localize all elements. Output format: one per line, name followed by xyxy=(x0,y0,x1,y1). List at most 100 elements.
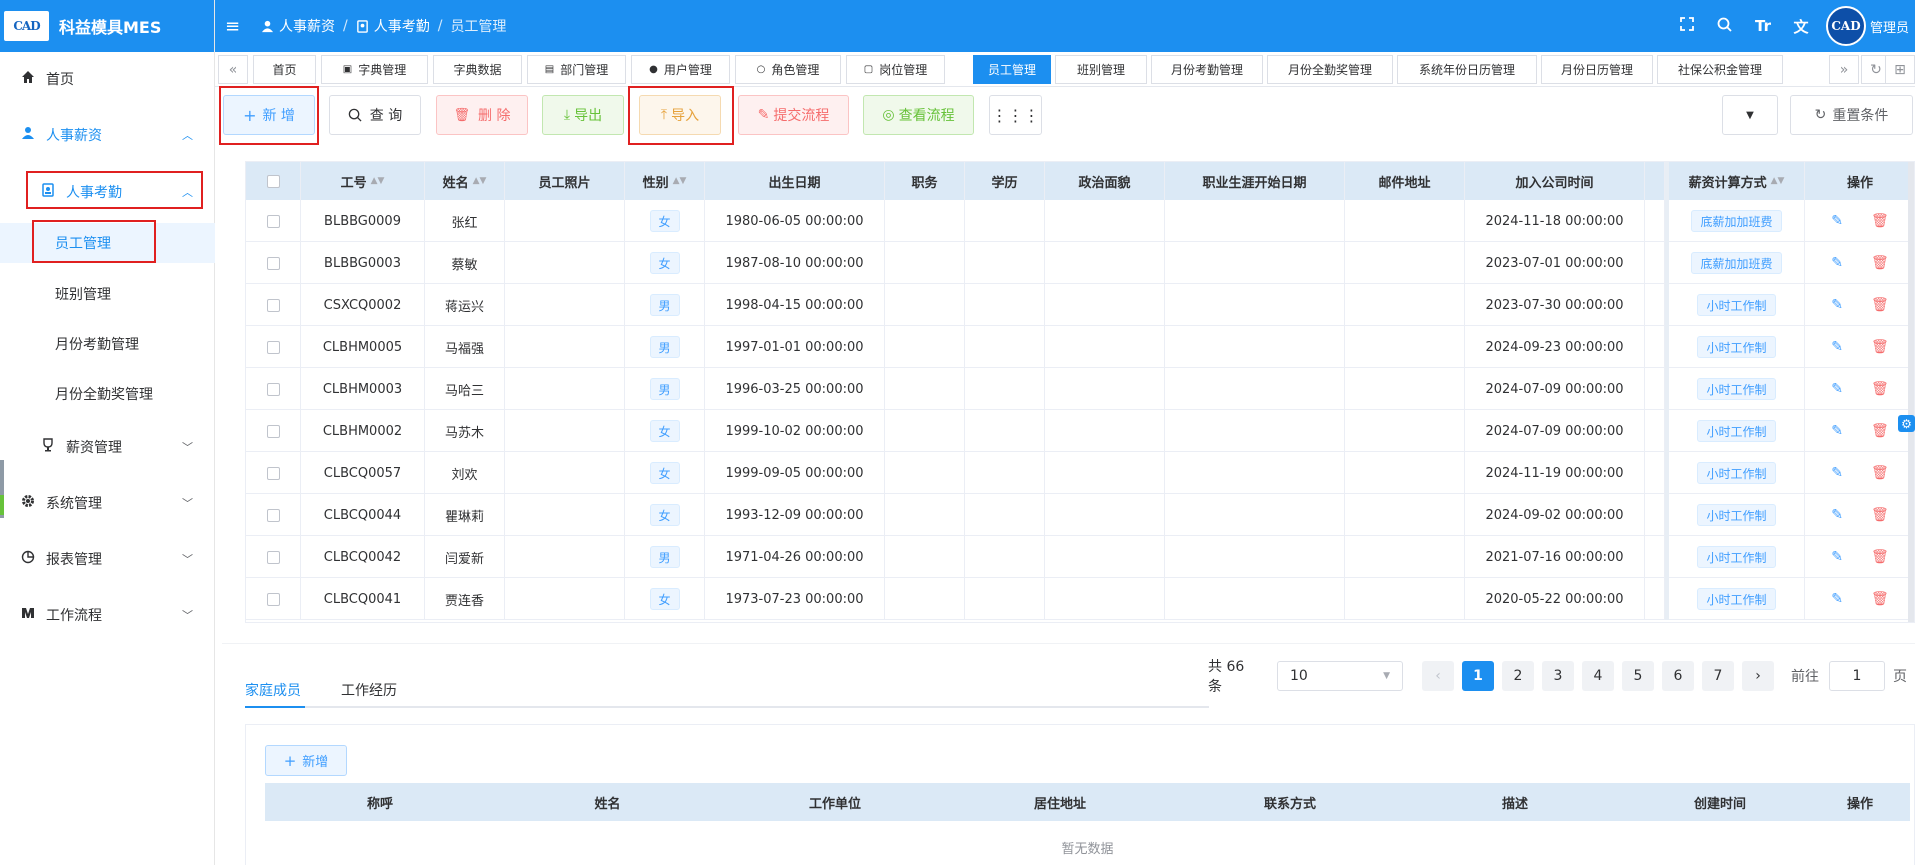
table-row[interactable]: BLBBG0003 蔡敏 女 1987-08-10 00:00:00 2023-07-0… xyxy=(246,242,1914,284)
edit-icon[interactable]: ✎ xyxy=(1831,507,1843,523)
sidebar-item-shift-mgmt[interactable]: 班别管理 xyxy=(0,274,215,314)
row-select[interactable] xyxy=(246,494,301,536)
trash-icon[interactable]: 🗑 xyxy=(1871,549,1889,565)
row-select[interactable] xyxy=(246,200,301,242)
sidebar-item-system-mgmt[interactable]: 系统管理 ﹀ xyxy=(0,483,215,523)
row-select[interactable] xyxy=(246,452,301,494)
delete-button[interactable]: 🗑 删 除 xyxy=(436,95,528,135)
row-select[interactable] xyxy=(246,368,301,410)
trash-icon[interactable]: 🗑 xyxy=(1871,213,1889,229)
grid-icon[interactable]: ⊞ xyxy=(1885,55,1915,84)
breadcrumb-item[interactable]: 人事薪资 xyxy=(261,16,335,36)
tab-work-experience[interactable]: 工作经历 xyxy=(341,680,397,700)
row-select[interactable] xyxy=(246,578,301,620)
tab-monthly-calendar[interactable]: 月份日历管理 xyxy=(1541,55,1653,84)
page-button[interactable]: 6 xyxy=(1662,661,1694,691)
select-all-checkbox[interactable] xyxy=(246,162,301,200)
edit-icon[interactable]: ✎ xyxy=(1831,339,1843,355)
table-row[interactable]: CLBCQ0041 贾连香 女 1973-07-23 00:00:00 2020-05-… xyxy=(246,578,1914,620)
page-button[interactable]: 5 xyxy=(1622,661,1654,691)
tab-dict-mgmt[interactable]: ▣ 字典管理 xyxy=(321,55,428,84)
edit-icon[interactable]: ✎ xyxy=(1831,381,1843,397)
sort-icon[interactable]: ▲▼ xyxy=(1771,176,1785,186)
table-row[interactable]: BLBBG0009 张红 女 1980-06-05 00:00:00 2024-11-1… xyxy=(246,200,1914,242)
trash-icon[interactable]: 🗑 xyxy=(1871,423,1889,439)
trash-icon[interactable]: 🗑 xyxy=(1871,339,1889,355)
checkbox[interactable] xyxy=(266,382,280,396)
sort-icon[interactable]: ▲▼ xyxy=(673,176,687,186)
sidebar-item-workflow[interactable]: 工作流程 ﹀ xyxy=(0,595,215,635)
export-button[interactable]: ⤓ 导出 xyxy=(542,95,624,135)
tab-scroll-left-icon[interactable]: « xyxy=(218,55,248,84)
add-family-button[interactable]: + 新增 xyxy=(265,745,347,776)
checkbox[interactable] xyxy=(266,256,280,270)
checkbox[interactable] xyxy=(266,550,280,564)
trash-icon[interactable]: 🗑 xyxy=(1871,591,1889,607)
tab-home[interactable]: 首页 xyxy=(253,55,316,84)
trash-icon[interactable]: 🗑 xyxy=(1871,381,1889,397)
row-select[interactable] xyxy=(246,242,301,284)
breadcrumb-item[interactable]: 人事考勤 xyxy=(356,16,430,36)
checkbox[interactable] xyxy=(266,298,280,312)
row-select[interactable] xyxy=(246,326,301,368)
edit-icon[interactable]: ✎ xyxy=(1831,423,1843,439)
sidebar-item-monthly-attendance[interactable]: 月份考勤管理 xyxy=(0,324,215,364)
import-button[interactable]: ⤒ 导入 xyxy=(639,95,721,135)
table-scrollbar[interactable] xyxy=(1908,162,1914,622)
checkbox[interactable] xyxy=(266,466,280,480)
checkbox[interactable] xyxy=(266,214,280,228)
page-button[interactable]: 7 xyxy=(1702,661,1734,691)
table-row[interactable]: CSXCQ0002 蒋运兴 男 1998-04-15 00:00:00 2023-07-… xyxy=(246,284,1914,326)
table-row[interactable]: CLBCQ0057 刘欢 女 1999-09-05 00:00:00 2024-11-1… xyxy=(246,452,1914,494)
page-button[interactable]: 4 xyxy=(1582,661,1614,691)
tab-social-security[interactable]: 社保公积金管理 xyxy=(1657,55,1783,84)
col-header[interactable]: 薪资计算方式 ▲▼ xyxy=(1665,162,1805,200)
edit-icon[interactable]: ✎ xyxy=(1831,465,1843,481)
query-button[interactable]: 查 询 xyxy=(329,95,421,135)
settings-icon[interactable]: ⚙ xyxy=(1898,415,1915,432)
sort-icon[interactable]: ▲▼ xyxy=(473,176,487,186)
tab-monthly-bonus[interactable]: 月份全勤奖管理 xyxy=(1267,55,1393,84)
row-select[interactable] xyxy=(246,410,301,452)
menu-toggle-icon[interactable]: ≡ xyxy=(225,16,247,37)
page-button[interactable]: 2 xyxy=(1502,661,1534,691)
row-select[interactable] xyxy=(246,284,301,326)
tab-yearly-calendar[interactable]: 系统年份日历管理 xyxy=(1397,55,1537,84)
checkbox[interactable] xyxy=(266,592,280,606)
checkbox[interactable] xyxy=(266,424,280,438)
sort-icon[interactable]: ▲▼ xyxy=(371,176,385,186)
avatar[interactable]: CAD xyxy=(1825,6,1866,46)
edit-icon[interactable]: ✎ xyxy=(1831,255,1843,271)
reset-button[interactable]: ↻ 重置条件 xyxy=(1790,95,1913,135)
view-flow-button[interactable]: ◎ 查看流程 xyxy=(863,95,974,135)
sidebar-item-hr-attendance[interactable]: 人事考勤 ︿ xyxy=(0,172,215,212)
tab-scroll-right-icon[interactable]: » xyxy=(1829,55,1859,84)
col-header[interactable]: 性别 ▲▼ xyxy=(625,162,705,200)
tab-monthly-attendance[interactable]: 月份考勤管理 xyxy=(1151,55,1263,84)
prev-page-button[interactable]: ‹ xyxy=(1422,661,1454,691)
table-row[interactable]: CLBCQ0042 闫爱新 男 1971-04-26 00:00:00 2021-07-… xyxy=(246,536,1914,578)
column-settings-button[interactable]: ⋮⋮⋮ xyxy=(989,95,1042,135)
search-icon[interactable] xyxy=(1706,17,1744,36)
tab-shift-mgmt[interactable]: 班别管理 xyxy=(1055,55,1147,84)
col-header[interactable]: 工号 ▲▼ xyxy=(301,162,425,200)
table-row[interactable]: CLBHM0003 马哈三 男 1996-03-25 00:00:00 2024-07-… xyxy=(246,368,1914,410)
font-size-icon[interactable]: Tr xyxy=(1744,17,1782,35)
tab-user-mgmt[interactable]: ● 用户管理 xyxy=(631,55,730,84)
checkbox[interactable] xyxy=(266,340,280,354)
user-name[interactable]: 管理员 xyxy=(1870,17,1909,36)
trash-icon[interactable]: 🗑 xyxy=(1871,465,1889,481)
submit-flow-button[interactable]: ✎ 提交流程 xyxy=(738,95,849,135)
tab-employee-mgmt[interactable]: 员工管理 xyxy=(973,55,1051,84)
sidebar-item-employee-mgmt[interactable]: 员工管理 xyxy=(0,223,215,263)
tab-post-mgmt[interactable]: ▢ 岗位管理 xyxy=(846,55,945,84)
tab-family-members[interactable]: 家庭成员 xyxy=(245,680,301,700)
edit-icon[interactable]: ✎ xyxy=(1831,297,1843,313)
next-page-button[interactable]: › xyxy=(1742,661,1774,691)
checkbox[interactable] xyxy=(266,174,280,188)
sidebar-item-home[interactable]: 首页 xyxy=(0,59,215,99)
page-button[interactable]: 1 xyxy=(1462,661,1494,691)
edit-icon[interactable]: ✎ xyxy=(1831,549,1843,565)
translate-icon[interactable]: 文 xyxy=(1782,16,1820,37)
trash-icon[interactable]: 🗑 xyxy=(1871,507,1889,523)
